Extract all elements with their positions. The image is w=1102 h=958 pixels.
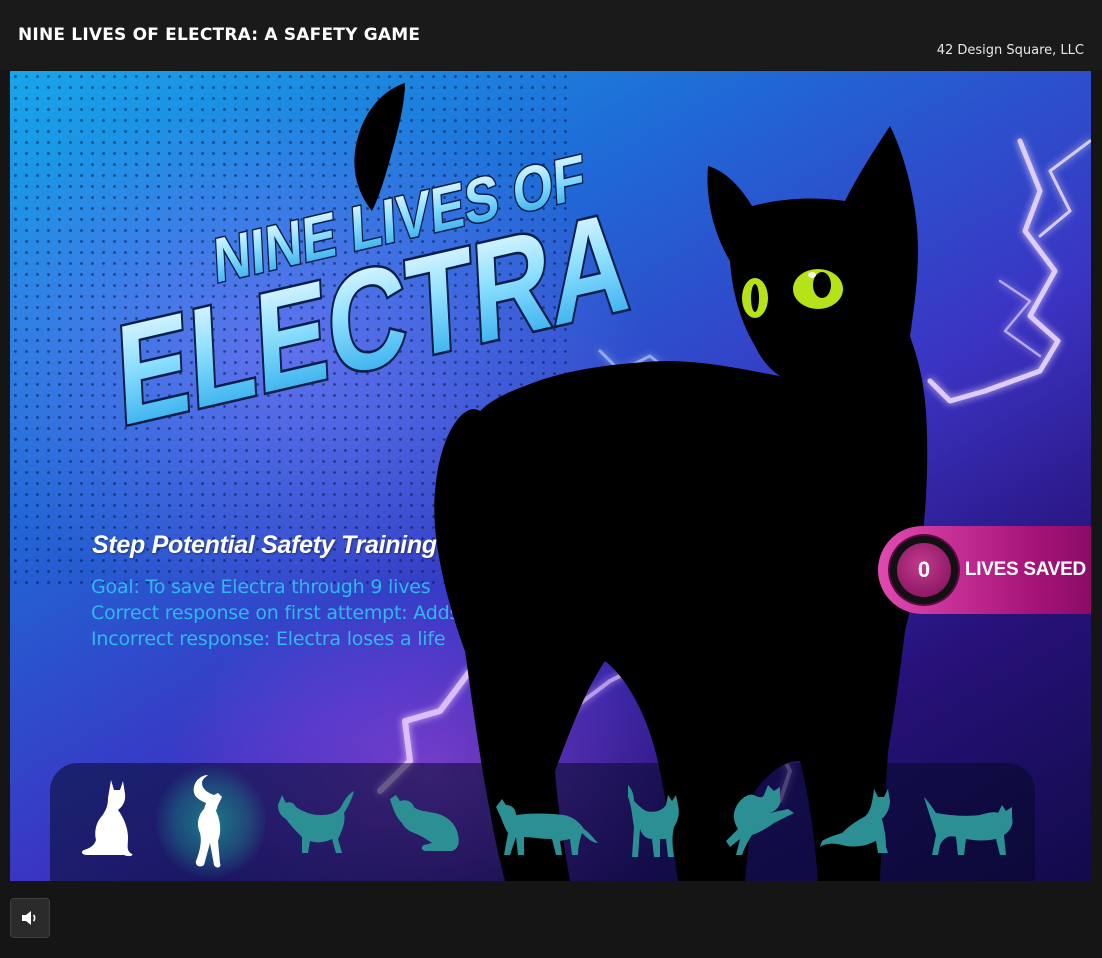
title-bar: NINE LIVES OF ELECTRA: A SAFETY GAME 42 … <box>0 0 1102 70</box>
lives-saved-label: LIVES SAVED <box>965 559 1086 580</box>
volume-icon <box>22 911 36 925</box>
life-cat-1 <box>81 780 133 857</box>
life-cat-3 <box>278 791 354 853</box>
life-cat-2-active <box>193 775 222 868</box>
author-credit: 42 Design Square, LLC <box>936 43 1084 58</box>
life-cat-4 <box>390 795 459 851</box>
volume-button[interactable] <box>10 898 50 938</box>
life-cat-6 <box>628 785 679 857</box>
electra-cat-silhouette <box>354 83 928 881</box>
lives-saved-count: 0 <box>897 543 951 597</box>
life-cat-7 <box>726 785 794 855</box>
lives-counter-ring: 0 <box>890 536 958 604</box>
life-cat-9 <box>924 797 1013 855</box>
game-stage: NINE LIVES OF ELECTRA Step Potential Saf… <box>10 71 1091 881</box>
course-title: NINE LIVES OF ELECTRA: A SAFETY GAME <box>18 25 421 45</box>
life-cat-5 <box>496 799 598 855</box>
life-cat-8 <box>820 789 890 853</box>
